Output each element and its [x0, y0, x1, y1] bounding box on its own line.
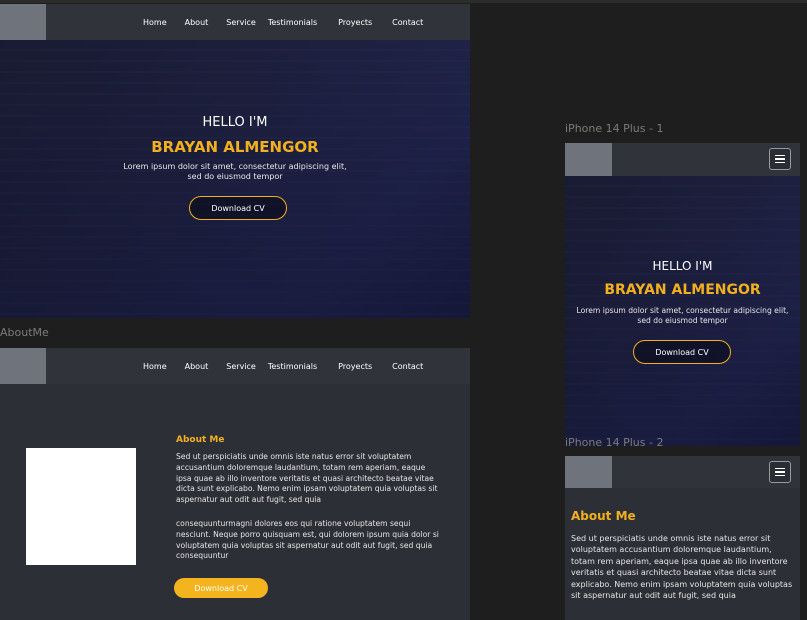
navbar: Home About Service Testimonials Proyects…	[0, 4, 470, 40]
hero-tagline-line1: Lorem ipsum dolor sit amet, consectetur …	[576, 306, 789, 315]
artboard-label-iphone1: iPhone 14 Plus - 1	[565, 122, 664, 135]
nav-links: Home About Service Testimonials Proyects…	[143, 4, 441, 40]
logo-placeholder[interactable]	[565, 456, 612, 488]
desktop-hero-frame[interactable]: Home About Service Testimonials Proyects…	[0, 4, 470, 318]
about-paragraph-2: consequunturmagni dolores eos qui ration…	[176, 519, 439, 561]
nav-testimonials[interactable]: Testimonials	[268, 362, 317, 371]
hero-greeting: HELLO I'M	[202, 115, 268, 130]
hamburger-menu-icon[interactable]	[769, 148, 791, 170]
nav-contact[interactable]: Contact	[392, 362, 423, 371]
nav-service[interactable]: Service	[226, 362, 256, 371]
artboard-label-iphone2: iPhone 14 Plus - 2	[565, 436, 664, 449]
hero-tagline-line1: Lorem ipsum dolor sit amet, consectetur …	[123, 162, 347, 171]
hero-tagline-line2: sed do eiusmod tempor	[187, 172, 283, 181]
nav-home[interactable]: Home	[143, 18, 167, 27]
hero-greeting: HELLO I'M	[652, 259, 713, 273]
top-divider	[0, 0, 807, 3]
about-title: About Me	[571, 509, 636, 523]
nav-proyects[interactable]: Proyects	[338, 362, 372, 371]
hero-name: BRAYAN ALMENGOR	[604, 282, 761, 298]
mobile-hero-frame[interactable]: HELLO I'M BRAYAN ALMENGOR Lorem ipsum do…	[565, 143, 800, 446]
navbar-about: Home About Service Testimonials Proyects…	[0, 348, 470, 384]
nav-testimonials[interactable]: Testimonials	[268, 18, 317, 27]
nav-service[interactable]: Service	[226, 18, 256, 27]
about-paragraph-1: Sed ut perspiciatis unde omnis iste natu…	[176, 452, 438, 505]
download-cv-button[interactable]: Download CV	[189, 196, 287, 220]
nav-contact[interactable]: Contact	[392, 18, 423, 27]
download-cv-button[interactable]: Download CV	[174, 578, 268, 598]
desktop-about-frame[interactable]: Home About Service Testimonials Proyects…	[0, 348, 470, 620]
hero-tagline-line2: sed do eiusmod tempor	[637, 316, 728, 325]
hamburger-menu-icon[interactable]	[769, 461, 791, 483]
mobile-about-frame[interactable]: About Me Sed ut perspiciatis unde omnis …	[565, 456, 800, 620]
nav-home[interactable]: Home	[143, 362, 167, 371]
nav-proyects[interactable]: Proyects	[338, 18, 372, 27]
logo-placeholder[interactable]	[0, 348, 46, 384]
mobile-navbar	[565, 143, 800, 176]
profile-photo-placeholder	[26, 448, 136, 565]
logo-placeholder[interactable]	[0, 4, 46, 40]
download-cv-button[interactable]: Download CV	[633, 340, 731, 364]
about-title: About Me	[176, 435, 225, 445]
nav-about[interactable]: About	[185, 362, 209, 371]
hero-name: BRAYAN ALMENGOR	[151, 138, 319, 156]
nav-links: Home About Service Testimonials Proyects…	[143, 348, 441, 384]
artboard-label-aboutme: AboutMe	[0, 326, 49, 339]
logo-placeholder[interactable]	[565, 143, 612, 176]
about-paragraph-1: Sed ut perspiciatis unde omnis iste natu…	[571, 534, 793, 601]
mobile-navbar	[565, 456, 800, 488]
nav-about[interactable]: About	[185, 18, 209, 27]
